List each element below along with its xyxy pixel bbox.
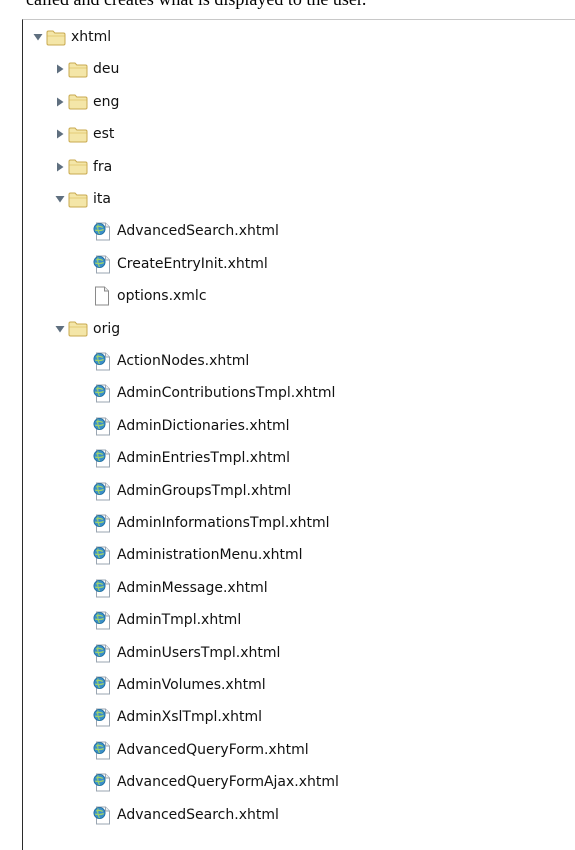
file-row[interactable]: AdminGroupsTmpl.xhtml [92,475,291,507]
tree-item-label: AdminDictionaries.xhtml [117,417,290,434]
folder-icon [68,59,88,79]
file-row[interactable]: AdminVolumes.xhtml [92,669,266,701]
tree-item-label: ita [93,191,111,207]
tree-item-label: AdminMessage.xhtml [117,579,268,596]
disclosure-expanded-icon[interactable] [32,31,44,43]
xhtml-file-icon [92,610,112,630]
disclosure-expanded-icon[interactable] [54,323,66,335]
tree-item-label: eng [93,93,120,110]
file-row[interactable]: AdminEntriesTmpl.xhtml [92,442,290,474]
file-row[interactable]: AdvancedQueryFormAjax.xhtml [92,766,339,798]
disclosure-expanded-icon[interactable] [54,193,66,205]
file-row[interactable]: AdminUsersTmpl.xhtml [92,637,280,669]
file-row[interactable]: AdvancedSearch.xhtml [92,215,279,247]
folder-row[interactable]: ita [54,183,111,215]
disclosure-collapsed-icon[interactable] [54,63,66,75]
tree-item-label: AdminTmpl.xhtml [117,612,242,629]
folder-icon [68,189,88,209]
xhtml-file-icon [92,416,112,436]
folder-icon [68,319,88,339]
xhtml-file-icon [92,643,112,663]
file-row[interactable]: AdministrationMenu.xhtml [92,539,303,571]
tree-item-label: options.xmlc [117,288,207,305]
tree-item-label: orig [93,320,121,337]
tree-item-label: est [93,126,115,143]
file-row[interactable]: AdvancedQueryForm.xhtml [92,734,309,766]
tree-item-label: AdvancedSearch.xhtml [117,223,279,240]
file-row[interactable]: AdminTmpl.xhtml [92,604,241,636]
tree-item-label: deu [93,61,120,78]
folder-row[interactable]: deu [54,53,119,85]
xhtml-file-icon [92,578,112,598]
disclosure-collapsed-icon[interactable] [54,161,66,173]
tree-item-label: fra [93,158,113,175]
xhtml-file-icon [92,545,112,565]
folder-icon [68,157,88,177]
xhtml-file-icon [92,383,112,403]
disclosure-collapsed-icon[interactable] [54,128,66,140]
folder-icon [46,27,66,47]
xhtml-file-icon [92,481,112,501]
xhtml-file-icon [92,448,112,468]
tree-item-label: AdvancedQueryFormAjax.xhtml [117,774,339,791]
tree-item-label: AdminInformationsTmpl.xhtml [117,515,330,531]
folder-row[interactable]: eng [54,86,119,118]
tree-item-label: AdminUsersTmpl.xhtml [117,644,281,661]
tree-item-label: AdminXslTmpl.xhtml [117,709,262,726]
xhtml-file-icon [92,707,112,727]
folder-icon [68,124,88,144]
tree-item-label: xhtml [71,29,112,45]
file-row[interactable]: ActionNodes.xhtml [92,345,249,377]
file-row[interactable]: AdminXslTmpl.xhtml [92,701,262,733]
xhtml-file-icon [92,221,112,241]
xhtml-file-icon [92,675,112,695]
xhtml-file-icon [92,772,112,792]
xhtml-file-icon [92,254,112,274]
folder-row[interactable]: est [54,118,114,150]
file-row[interactable]: options.xmlc [92,280,207,312]
disclosure-collapsed-icon[interactable] [54,96,66,108]
tree-item-label: AdvancedSearch.xhtml [117,806,279,823]
tree-item-label: CreateEntryInit.xhtml [117,255,268,272]
tree-item-label: AdminContributionsTmpl.xhtml [117,385,336,402]
caption-text: called and creates what is displayed to … [26,0,366,10]
file-row[interactable]: AdminMessage.xhtml [92,572,268,604]
xhtml-file-icon [92,740,112,760]
folder-icon [68,92,88,112]
file-row[interactable]: AdminContributionsTmpl.xhtml [92,377,335,409]
xhtml-file-icon [92,351,112,371]
xhtml-file-icon [92,805,112,825]
tree-item-label: ActionNodes.xhtml [117,353,250,369]
file-row[interactable]: AdminInformationsTmpl.xhtml [92,507,330,539]
tree-item-label: AdminEntriesTmpl.xhtml [117,450,290,467]
tree-item-label: AdministrationMenu.xhtml [117,547,303,564]
file-row[interactable]: AdvancedSearch.xhtml [92,799,279,831]
tree-item-label: AdvancedQueryForm.xhtml [117,741,309,758]
folder-row[interactable]: xhtml [32,21,111,53]
folder-row[interactable]: fra [54,151,112,183]
tree-item-label: AdminGroupsTmpl.xhtml [117,482,292,499]
xhtml-file-icon [92,513,112,533]
folder-row[interactable]: orig [54,313,120,345]
file-row[interactable]: AdminDictionaries.xhtml [92,410,290,442]
file-row[interactable]: CreateEntryInit.xhtml [92,248,268,280]
document-icon [92,286,112,306]
tree-item-label: AdminVolumes.xhtml [117,677,266,693]
